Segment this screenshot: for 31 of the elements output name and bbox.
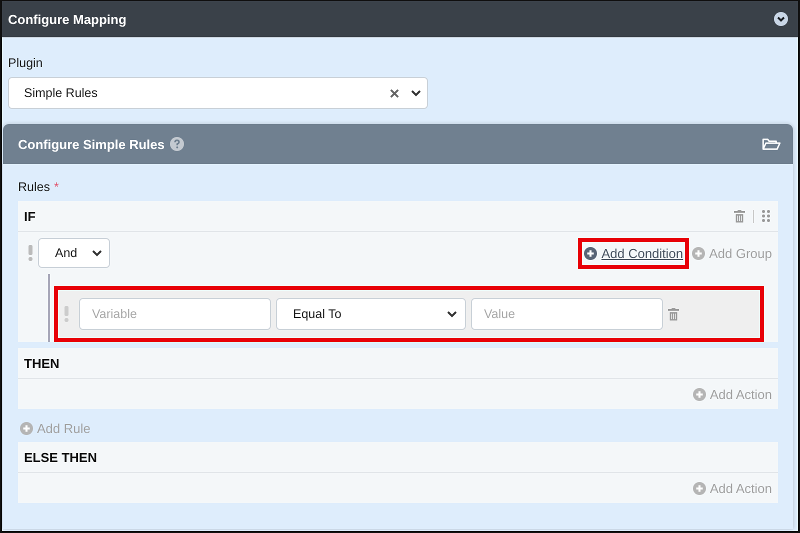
operator-select[interactable]: And — [38, 238, 110, 268]
plugin-select[interactable]: Simple Rules — [8, 77, 428, 109]
add-condition-link[interactable]: Add Condition — [582, 242, 686, 264]
header-title: Configure Mapping — [8, 12, 126, 26]
help-icon[interactable] — [170, 137, 184, 151]
drag-handle-icon[interactable] — [762, 210, 770, 222]
variable-field[interactable]: Variable — [79, 298, 271, 330]
panel-title: Configure Simple Rules — [18, 136, 165, 152]
chevron-down-icon[interactable] — [411, 89, 421, 97]
plus-circle-icon — [692, 482, 706, 494]
plus-circle-icon — [20, 422, 33, 435]
block-title: ELSE THEN — [24, 450, 97, 464]
chevron-circle-icon[interactable] — [774, 12, 788, 26]
required-mark: * — [54, 180, 59, 194]
chevron-down-icon — [92, 249, 102, 257]
comparison-select[interactable]: Equal To — [276, 298, 466, 330]
plus-circle-icon — [692, 246, 706, 260]
exclamation-icon — [28, 245, 33, 261]
trash-icon[interactable] — [668, 308, 679, 320]
folder-open-icon[interactable] — [762, 138, 781, 150]
clear-icon[interactable] — [390, 88, 399, 98]
chevron-down-icon — [447, 310, 457, 318]
exclamation-icon — [64, 306, 69, 322]
block-title: IF — [24, 208, 36, 224]
trash-icon[interactable] — [734, 210, 745, 222]
rules-label: Rules — [18, 180, 50, 194]
plus-circle-icon — [692, 388, 706, 400]
plus-circle-icon — [584, 246, 598, 260]
value-field[interactable]: Value — [471, 298, 663, 330]
block-title: THEN — [24, 356, 60, 370]
plugin-label: Plugin — [8, 56, 43, 70]
